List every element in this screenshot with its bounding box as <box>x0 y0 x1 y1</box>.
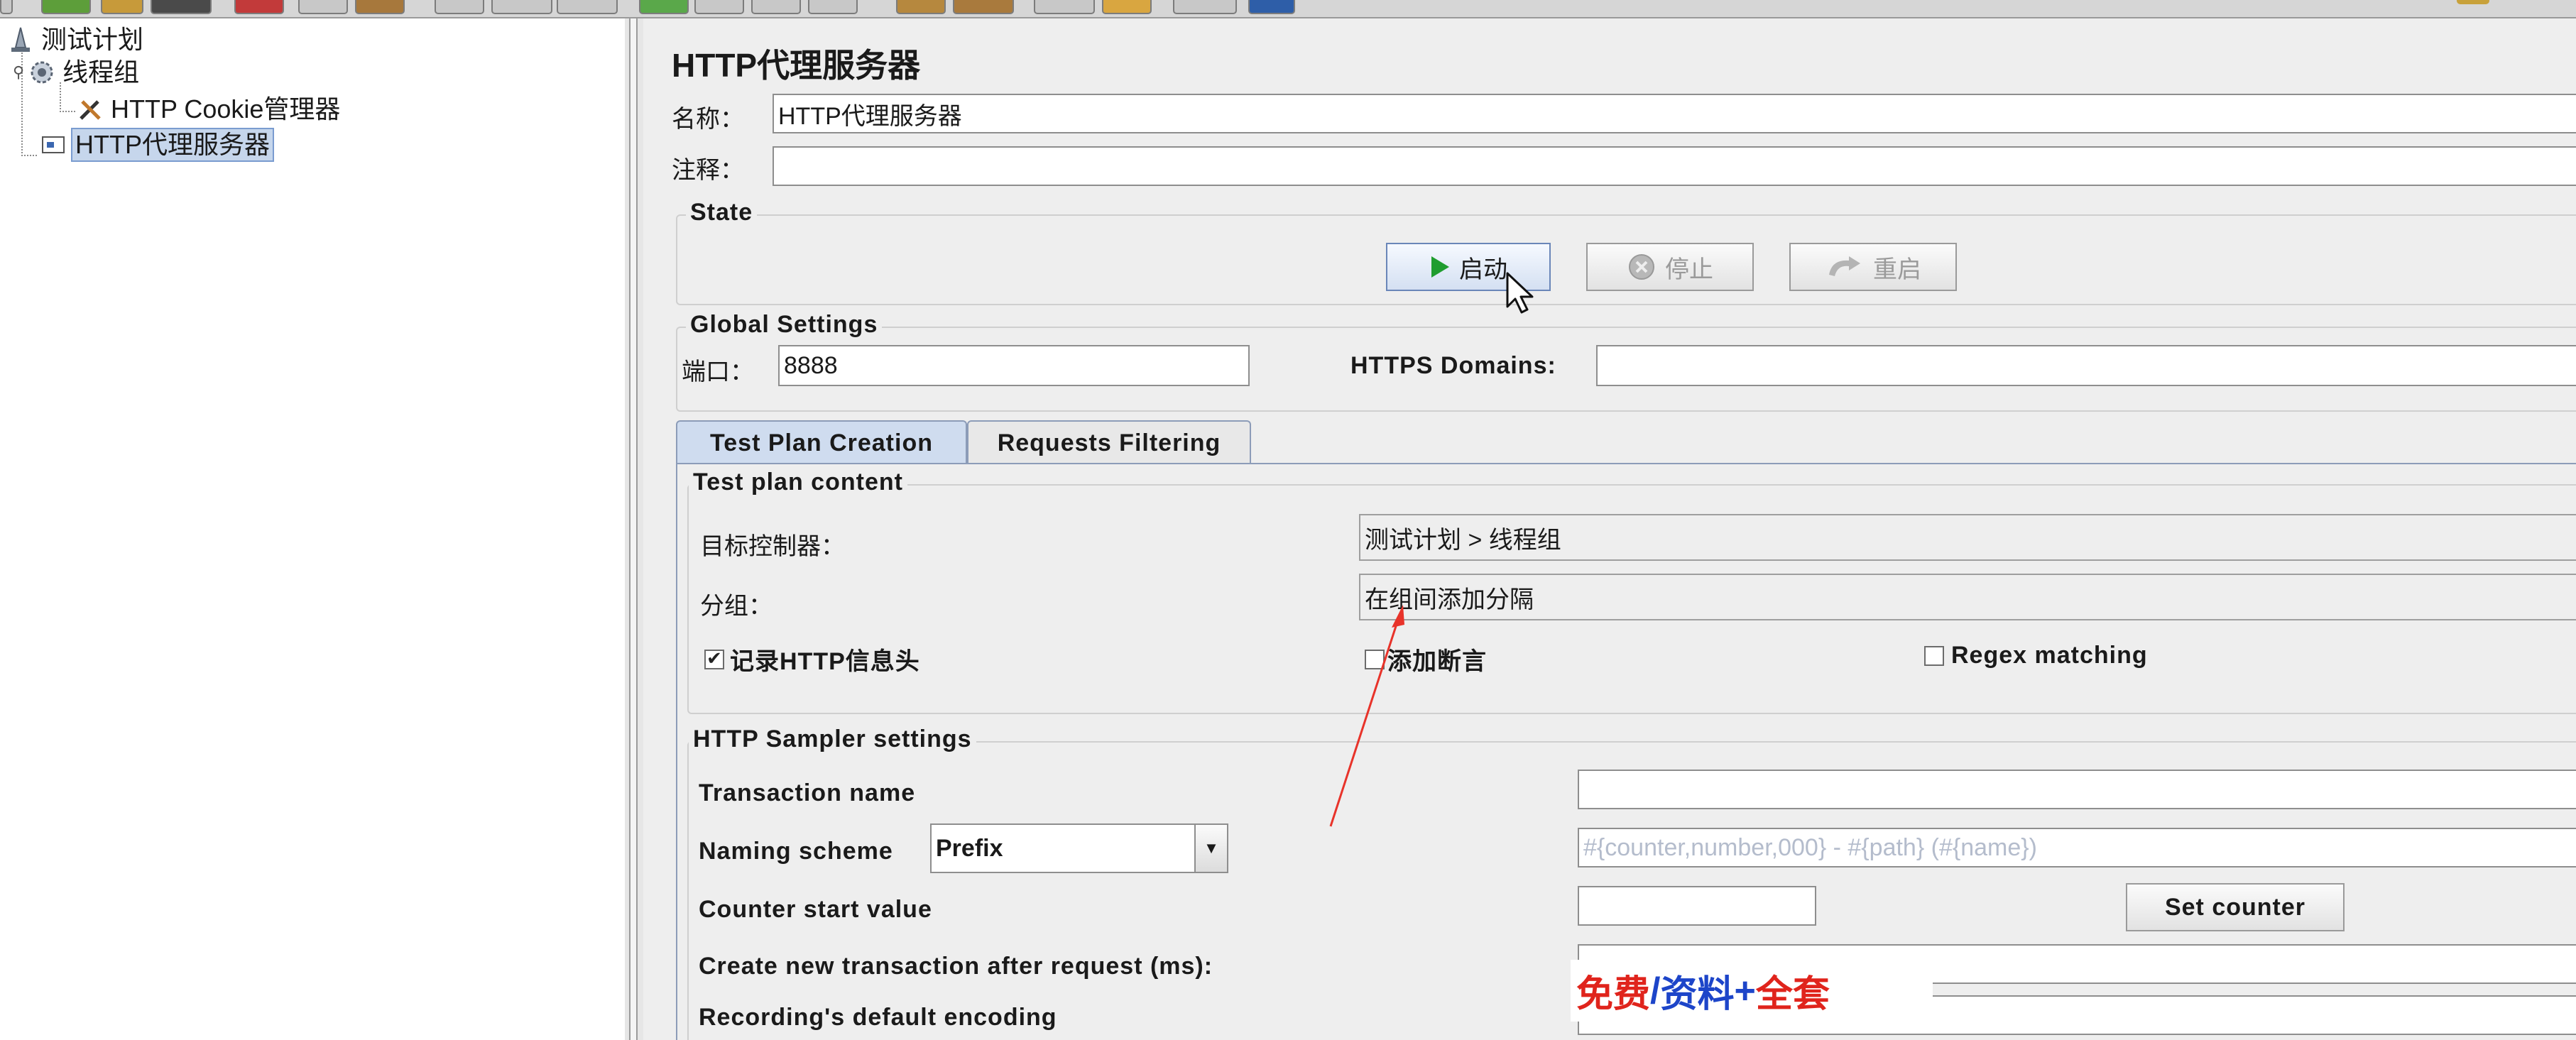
watermark-full-set: 全套 <box>1755 974 1830 1015</box>
watermark-slash: / <box>1650 970 1661 1012</box>
watermark-plus: + <box>1734 970 1756 1012</box>
watermark-banner: 免费 / 资料 + 全套 <box>1571 960 1933 1022</box>
annotation-arrow <box>1329 605 1404 827</box>
watermark-materials: 资料 <box>1660 974 1735 1015</box>
watermark-free: 免费 <box>1576 974 1651 1015</box>
